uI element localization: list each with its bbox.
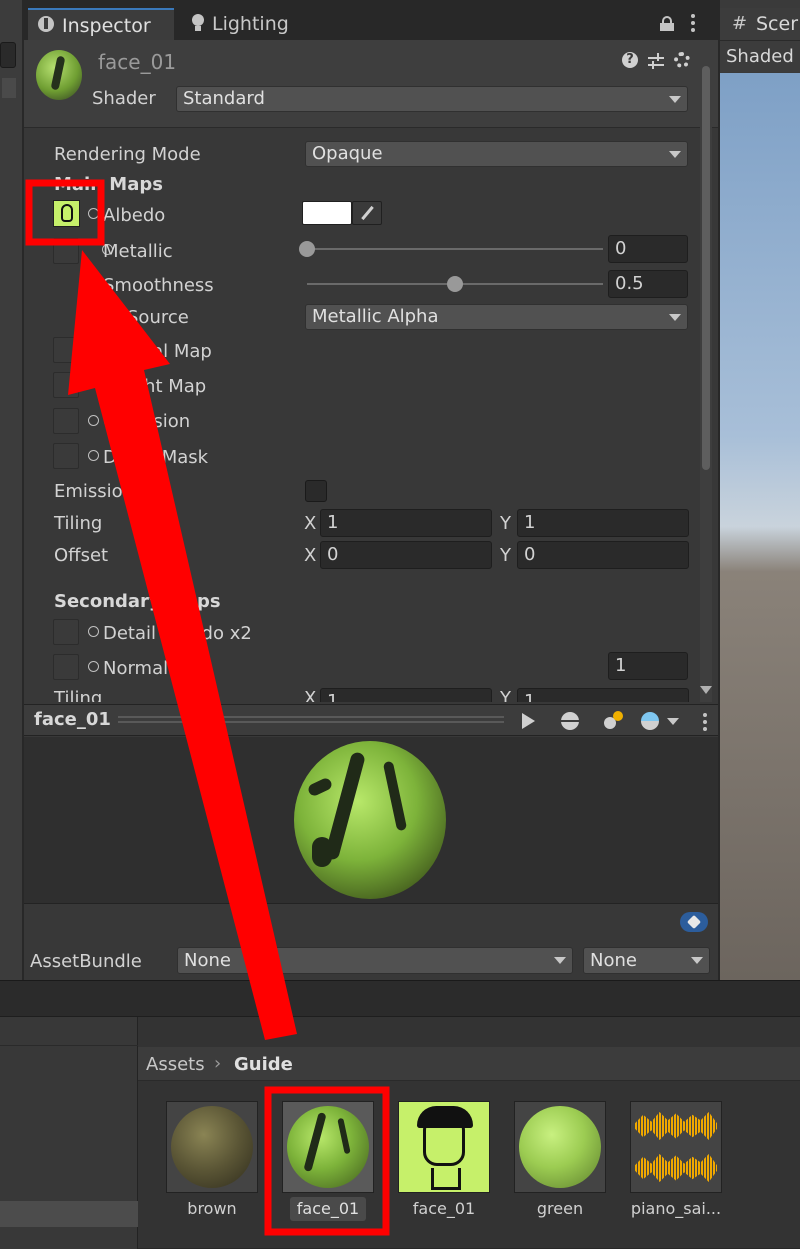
highlight-box-albedo	[25, 179, 105, 246]
drag-arrow	[68, 250, 297, 1040]
highlight-box-asset	[264, 1086, 390, 1236]
annotation-overlay	[25, 179, 390, 1236]
